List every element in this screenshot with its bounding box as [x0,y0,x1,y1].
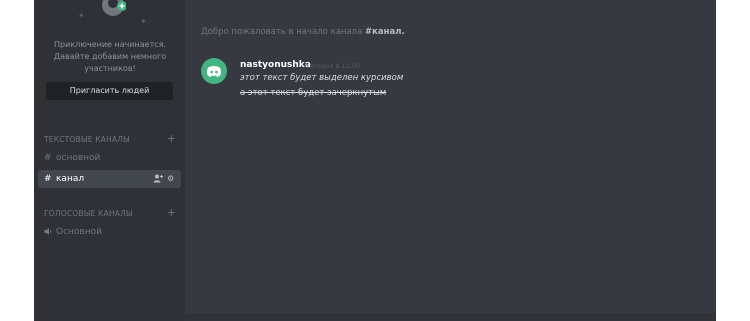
chat-area: Добро пожаловать в начало канала #канал.… [185,0,716,321]
plus-icon[interactable]: + [167,207,176,219]
discord-logo-icon [207,66,221,77]
message-timestamp: Сегодня в 12:00 [305,62,361,70]
sparkle-icon: ✦ [78,11,85,20]
intro-channel-name: #канал. [365,27,405,37]
channel-sidebar: ✦ ✦ · Приключение начинается. Давайте до… [34,0,185,321]
avatar[interactable] [201,58,227,84]
channel-label: канал [56,174,85,184]
message-line-italic: этот текст будет выделен курсивом [240,73,404,83]
category-label: ТЕКСТОВЫЕ КАНАЛЫ [44,135,130,144]
voice-channels-category[interactable]: ГОЛОСОВЫЕ КАНАЛЫ + [44,207,178,220]
channel-intro: Добро пожаловать в начало канала #канал. [201,25,405,39]
channel-item-osnovnoy[interactable]: # основной [38,149,181,167]
hash-icon: # [44,174,52,184]
plus-icon[interactable]: + [167,133,176,145]
gear-icon[interactable]: ⚙ [167,170,174,188]
channel-label: Основной [56,227,102,237]
message-input-area[interactable] [185,313,716,321]
hash-icon: # [44,153,52,163]
text-channels-category[interactable]: ТЕКСТОВЫЕ КАНАЛЫ + [44,133,178,146]
sparkle-icon: · [92,1,95,10]
welcome-text: Приключение начинается. Давайте добавим … [42,39,178,75]
speaker-icon [44,223,53,241]
channel-item-kanal[interactable]: # канал ⚙ [38,170,181,188]
invite-people-button[interactable]: Пригласить людей [46,82,173,100]
message-line-strikethrough: а этот текст будет зачеркнутым [240,88,387,98]
discord-app: ✦ ✦ · Приключение начинается. Давайте до… [34,0,716,321]
voice-channel-item-osnovnoy[interactable]: Основной [38,223,181,241]
welcome-line: Приключение начинается. [53,40,167,49]
welcome-line: участников! [84,64,136,73]
welcome-line: Давайте добавим немного [53,52,167,61]
user-add-icon[interactable] [153,170,163,188]
add-user-icon [100,0,127,26]
channel-label: основной [56,153,101,163]
intro-text: Добро пожаловать в начало канала [201,27,366,37]
message-author[interactable]: nastyonushka [240,59,311,71]
category-label: ГОЛОСОВЫЕ КАНАЛЫ [44,209,133,218]
sparkle-icon: ✦ [140,17,147,26]
